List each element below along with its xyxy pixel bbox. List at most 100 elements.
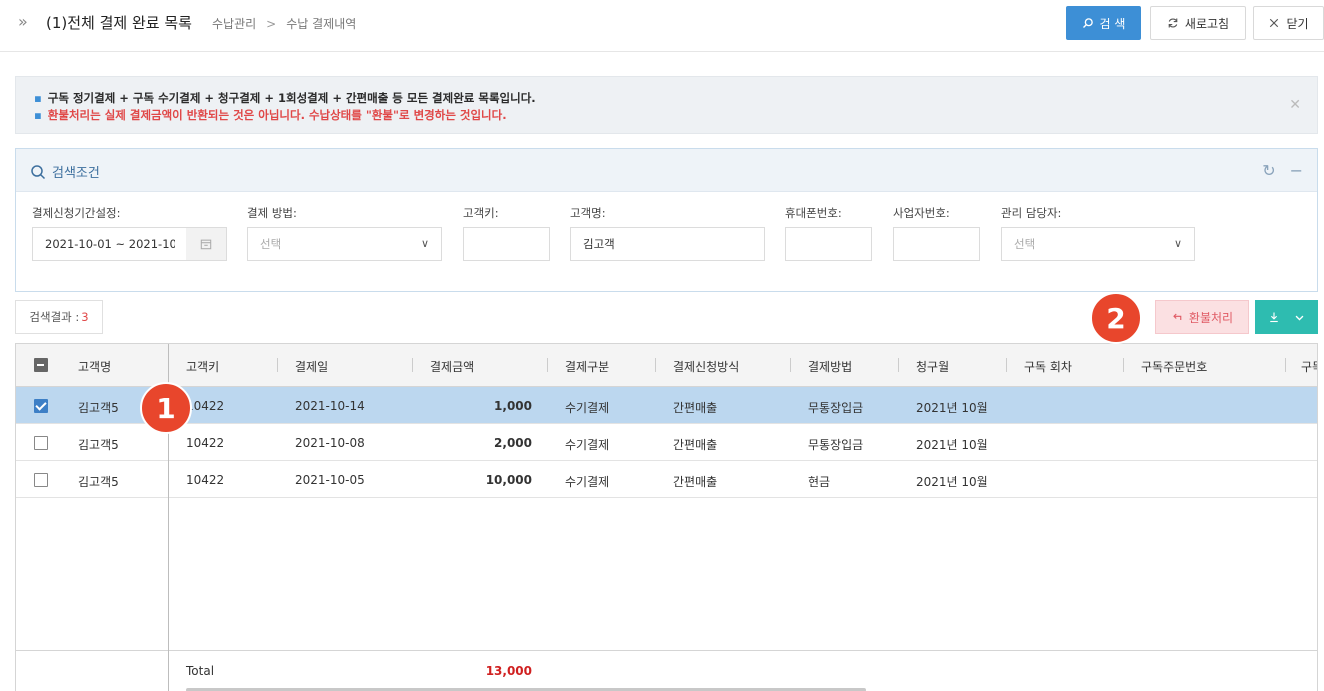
search-panel: 검색조건 ↻ − 결제신청기간설정: 2021-10-01 ~ 2021-10-…	[15, 148, 1318, 292]
column-header[interactable]: 결제방법	[808, 358, 852, 375]
refresh-button[interactable]: 새로고침	[1150, 6, 1246, 40]
column-resizer[interactable]	[547, 358, 548, 372]
total-label: Total	[186, 664, 215, 678]
close-button[interactable]: 닫기	[1253, 6, 1324, 40]
grid-total-row: Total 13,000	[16, 650, 1317, 691]
refund-button-label: 환불처리	[1188, 310, 1234, 325]
annotation-marker-1: 1	[140, 382, 192, 434]
table-row[interactable]: 김고객5 10422 2021-10-08 2,000 수기결제 간편매출 무통…	[16, 424, 1317, 461]
cell-customer-name: 김고객5	[78, 401, 119, 415]
manager-select[interactable]: 선택 ∨	[1001, 227, 1195, 261]
page-title: (1)전체 결제 완료 목록	[46, 14, 192, 32]
breadcrumb-item[interactable]: 수납 결제내역	[286, 17, 356, 31]
customer-key-input[interactable]	[463, 227, 550, 261]
column-header[interactable]: 결제금액	[430, 358, 474, 375]
bullet-icon: ▪	[34, 108, 42, 122]
column-resizer[interactable]	[790, 358, 791, 372]
cell-payment-date: 2021-10-08	[295, 436, 365, 450]
payment-grid: 고객명 고객키 결제일 결제금액 결제구분 결제신청방식 결제방법 청구월 구독…	[15, 343, 1318, 691]
column-header[interactable]: 고객명	[78, 358, 111, 375]
column-header[interactable]: 결제일	[295, 358, 328, 375]
cell-apply-method: 간편매출	[673, 401, 718, 415]
cell-customer-key: 10422	[186, 436, 225, 450]
cell-payment-type: 수기결제	[565, 438, 610, 452]
cell-payment-method: 무통장입금	[808, 401, 864, 415]
search-button[interactable]: 검 색	[1066, 6, 1141, 40]
cell-amount: 1,000	[494, 399, 532, 413]
download-button[interactable]	[1255, 300, 1318, 334]
result-count-label: 검색결과 :	[29, 310, 80, 324]
column-header[interactable]: 구독 회차	[1024, 358, 1072, 375]
annotation-marker-2: 2	[1090, 292, 1142, 344]
column-header[interactable]: 고객키	[186, 358, 219, 375]
table-row[interactable]: 김고객5 10422 2021-10-14 1,000 수기결제 간편매출 무통…	[16, 387, 1317, 424]
cell-payment-date: 2021-10-14	[295, 399, 365, 413]
cell-customer-key: 10422	[186, 473, 225, 487]
cell-payment-method: 무통장입금	[808, 438, 864, 452]
row-checkbox[interactable]	[34, 473, 48, 487]
download-icon	[1270, 312, 1278, 323]
row-checkbox[interactable]	[34, 399, 48, 413]
breadcrumb: 수납관리 > 수납 결제내역	[212, 15, 356, 32]
cell-amount: 10,000	[485, 473, 532, 487]
manager-label: 관리 담당자:	[1001, 206, 1062, 220]
chevron-down-icon: ∨	[420, 237, 429, 250]
column-header[interactable]: 구독	[1301, 358, 1317, 375]
page-header: » (1)전체 결제 완료 목록 수납관리 > 수납 결제내역 검 색 새로고침 닫…	[0, 0, 1324, 52]
search-panel-title: 검색조건	[30, 162, 100, 181]
phone-label: 휴대폰번호:	[785, 206, 842, 220]
customer-key-label: 고객키:	[463, 206, 499, 220]
total-amount: 13,000	[485, 664, 532, 678]
column-resizer[interactable]	[1006, 358, 1007, 372]
column-resizer[interactable]	[1123, 358, 1124, 372]
cell-customer-name: 김고객5	[78, 475, 119, 489]
grid-header: 고객명 고객키 결제일 결제금액 결제구분 결제신청방식 결제방법 청구월 구독…	[16, 344, 1317, 387]
cell-apply-method: 간편매출	[673, 475, 718, 489]
method-select[interactable]: 선택 ∨	[247, 227, 442, 261]
calendar-icon[interactable]	[186, 227, 227, 261]
cell-payment-method: 현금	[808, 475, 831, 489]
breadcrumb-item[interactable]: 수납관리	[212, 17, 256, 31]
customer-name-input[interactable]: 김고객	[570, 227, 765, 261]
column-header[interactable]: 결제신청방식	[673, 358, 739, 375]
search-icon	[1082, 18, 1093, 28]
column-resizer[interactable]	[277, 358, 278, 372]
double-chevron-right-icon[interactable]: »	[18, 12, 28, 31]
refresh-icon	[1168, 18, 1178, 28]
column-resizer[interactable]	[1285, 358, 1286, 372]
method-label: 결제 방법:	[247, 206, 297, 220]
cell-billing-month: 2021년 10월	[916, 401, 988, 415]
column-header[interactable]: 결제구분	[565, 358, 609, 375]
search-panel-header: 검색조건 ↻ −	[16, 149, 1317, 192]
biz-no-input[interactable]	[893, 227, 980, 261]
close-button-label: 닫기	[1286, 16, 1309, 31]
reset-icon[interactable]: ↻	[1262, 161, 1275, 180]
chevron-down-icon: ∨	[1173, 237, 1182, 250]
undo-arrow-icon	[1173, 313, 1182, 320]
bullet-icon: ▪	[34, 91, 42, 105]
cell-billing-month: 2021년 10월	[916, 438, 988, 452]
customer-name-label: 고객명:	[570, 206, 606, 220]
search-button-label: 검 색	[1099, 16, 1126, 31]
column-resizer[interactable]	[412, 358, 413, 372]
column-header[interactable]: 구독주문번호	[1141, 358, 1207, 375]
column-resizer[interactable]	[898, 358, 899, 372]
column-header[interactable]: 청구월	[916, 358, 949, 375]
cell-payment-date: 2021-10-05	[295, 473, 365, 487]
period-input[interactable]: 2021-10-01 ~ 2021-10-31	[32, 227, 187, 261]
refund-button[interactable]: 환불처리	[1155, 300, 1249, 334]
cell-customer-name: 김고객5	[78, 438, 119, 452]
chevron-down-icon	[1295, 315, 1304, 321]
row-checkbox[interactable]	[34, 436, 48, 450]
select-all-checkbox[interactable]	[34, 358, 48, 372]
cell-payment-type: 수기결제	[565, 475, 610, 489]
notice-line: ▪ 구독 정기결제 + 구독 수기결제 + 청구결제 + 1회성결제 + 간편매출…	[34, 90, 536, 106]
phone-input[interactable]	[785, 227, 872, 261]
search-panel-title-text: 검색조건	[52, 166, 100, 181]
collapse-icon[interactable]: −	[1290, 161, 1303, 180]
result-count-badge: 검색결과 :3	[15, 300, 103, 334]
table-row[interactable]: 김고객5 10422 2021-10-05 10,000 수기결제 간편매출 현…	[16, 461, 1317, 498]
column-resizer[interactable]	[655, 358, 656, 372]
search-icon	[31, 164, 46, 179]
close-icon[interactable]: ✕	[1289, 97, 1301, 113]
